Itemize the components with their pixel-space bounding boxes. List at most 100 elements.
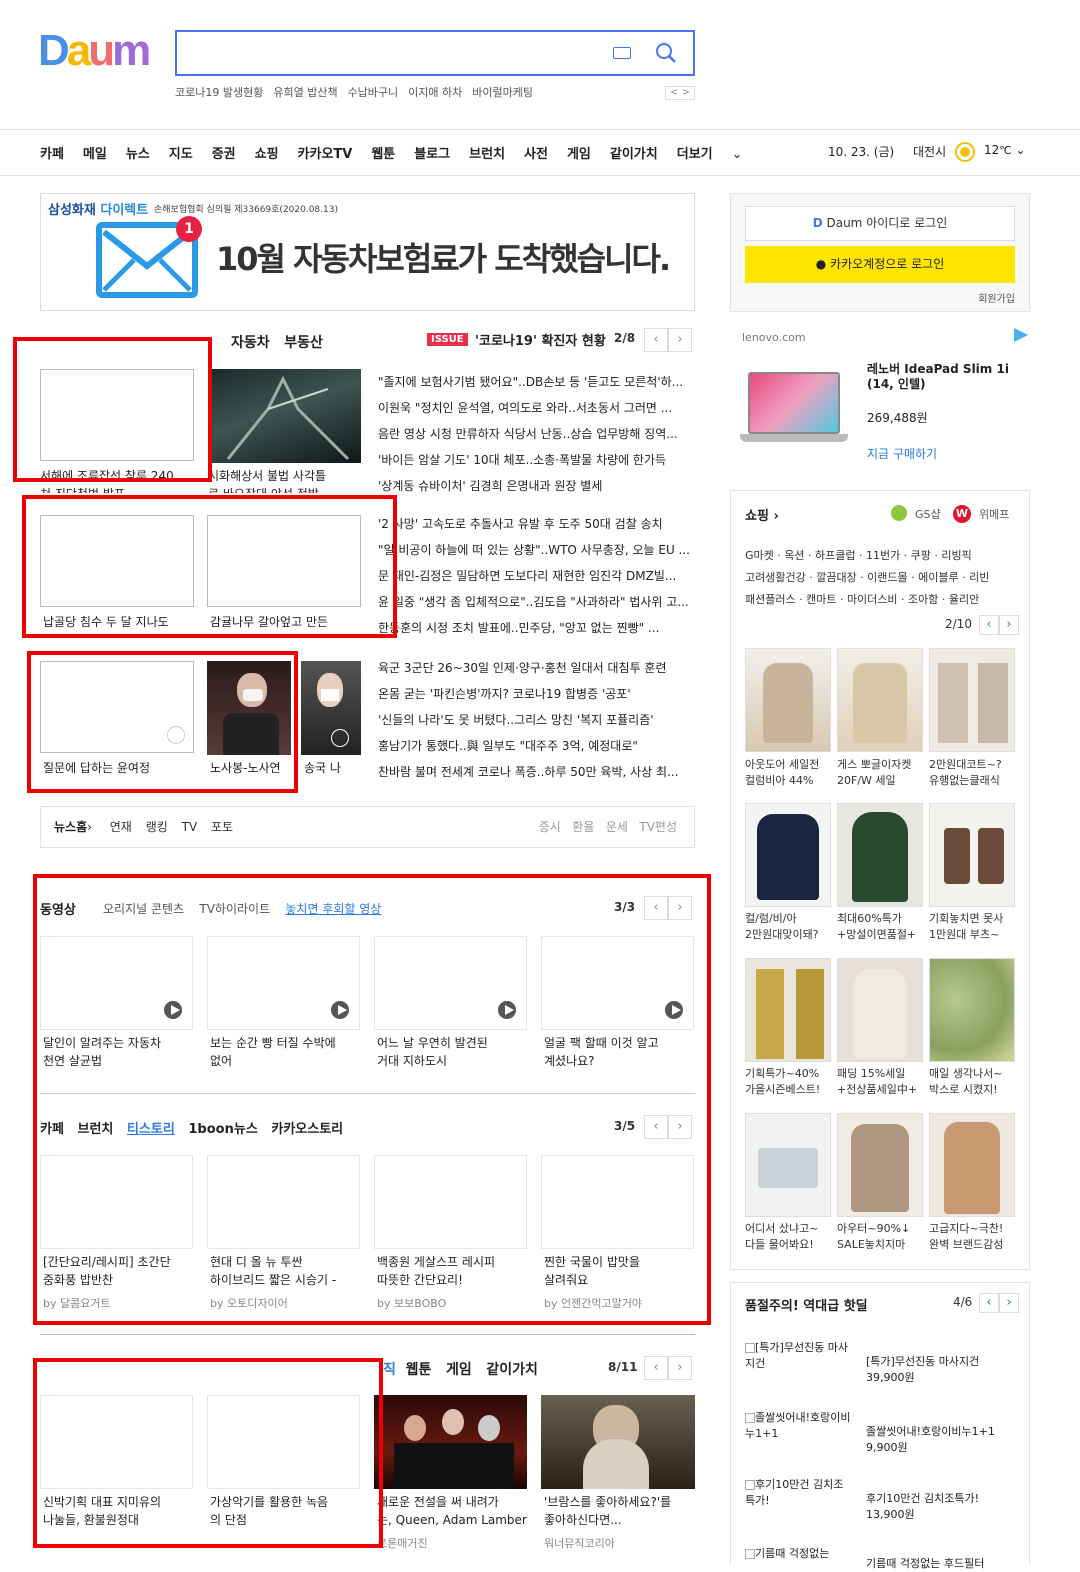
product-caption[interactable]: 고급지다~극찬! — [929, 1221, 1019, 1237]
news-thumb-boat[interactable] — [208, 369, 361, 463]
news-list-item[interactable]: 온몸 굳는 '파킨슨병'까지? 코로나19 합병증 '공포' — [378, 681, 696, 707]
news-thumb-person[interactable] — [301, 661, 361, 755]
product-caption[interactable]: 매일 생각나서~ — [929, 1066, 1019, 1082]
daum-login-button[interactable]: D Daum 아이디로 로그인 — [745, 206, 1015, 241]
hot-keyword[interactable]: 바이럴마케팅 — [472, 86, 533, 99]
prev-button[interactable]: ‹ — [644, 328, 668, 352]
news-home-link[interactable]: 뉴스홈 — [54, 820, 87, 834]
adchoices-icon[interactable] — [1014, 328, 1028, 342]
news-list-item[interactable]: 찬바람 불며 전세계 코로나 폭증..하루 50만 육박, 사상 최... — [378, 759, 696, 785]
nav-item[interactable]: 사전 — [524, 147, 548, 162]
news-list-item[interactable]: '바이든 암살 기도' 10대 체포..소총·폭발물 차량에 한가득 — [378, 447, 696, 473]
broken-image[interactable]: 기름때 걱정없는 — [745, 1546, 853, 1562]
nav-item[interactable]: 브런치 — [469, 147, 505, 162]
signup-link[interactable]: 회원가입 — [978, 290, 1015, 305]
gsshop-link[interactable]: GS샵 — [915, 506, 941, 522]
product-caption[interactable]: 게스 뽀글이자켓 — [837, 757, 927, 773]
news-list-item[interactable]: 문 대인-김정은 밀담하면 도보다리 재현한 임진각 DMZ빌... — [378, 563, 696, 589]
nav-item[interactable]: 블로그 — [414, 147, 450, 162]
nav-item[interactable]: 같이가치 — [610, 147, 658, 162]
product-image[interactable] — [837, 1113, 923, 1217]
product-image[interactable] — [745, 803, 831, 907]
nav-item[interactable]: 뉴스 — [126, 147, 150, 162]
nav-item[interactable]: 증권 — [212, 147, 236, 162]
product-image[interactable] — [837, 803, 923, 907]
hot-keyword[interactable]: 수납바구니 — [348, 86, 399, 99]
product-caption[interactable]: 패딩 15%세일 — [837, 1066, 927, 1082]
exchange-link[interactable]: 환율 — [572, 820, 594, 834]
content-source[interactable]: 워너뮤직코리아 — [544, 1535, 615, 1551]
next-button[interactable]: › — [668, 1356, 692, 1380]
product-caption[interactable]: 최대60%특가 — [837, 911, 927, 927]
fortune-link[interactable]: 운세 — [606, 820, 628, 834]
next-button[interactable]: › — [999, 1293, 1019, 1313]
wemep-link[interactable]: 위메프 — [979, 506, 1009, 522]
product-caption[interactable]: 어디서 샀냐고~ — [745, 1221, 835, 1237]
news-list-item[interactable]: '신들의 나라'도 못 버텼다..그리스 망친 '복지 포퓰리즘' — [378, 707, 696, 733]
news-list-item[interactable]: '2 사망' 고속도로 추돌사고 유발 후 도주 50대 검찰 송치 — [378, 511, 696, 537]
hotdeal-name[interactable]: 기름때 걱정없는 후드필터 — [866, 1556, 984, 1572]
prev-button[interactable]: ‹ — [979, 615, 999, 635]
kakao-login-button[interactable]: ● 카카오계정으로 로그인 — [745, 246, 1015, 283]
news-list-item[interactable]: "일 비공이 하늘에 떠 있는 상황"..WTO 사무총장, 오늘 EU ... — [378, 537, 696, 563]
product-image[interactable] — [745, 1113, 831, 1217]
product-image[interactable] — [745, 648, 831, 752]
tv-schedule-link[interactable]: TV편성 — [639, 820, 677, 834]
nav-item[interactable]: 웹툰 — [371, 147, 395, 162]
broken-image[interactable]: 후기10만건 김치조특가! — [745, 1477, 853, 1509]
news-list-item[interactable]: 이원욱 "정치인 윤석열, 여의도로 와라..서초동서 그러면 ... — [378, 395, 696, 421]
news-list-item[interactable]: 음란 영상 시청 만류하자 식당서 난동..상습 업무방해 징역... — [378, 421, 696, 447]
content-caption[interactable]: '브람스를 좋아하세요?'를 — [544, 1493, 699, 1511]
product-caption[interactable]: 기획특가~40% — [745, 1066, 835, 1082]
content-thumb-brahms[interactable] — [541, 1395, 695, 1489]
tab-realestate[interactable]: 부동산 — [284, 335, 323, 351]
keyword-pager[interactable]: < > — [665, 86, 695, 100]
product-image[interactable] — [929, 648, 1015, 752]
news-list-item[interactable]: 육군 3군단 26~30일 인제·양구·홍천 일대서 대침투 훈련 — [378, 655, 696, 681]
content-thumb-queen[interactable] — [374, 1395, 527, 1489]
next-button[interactable]: › — [999, 615, 1019, 635]
news-caption[interactable]: 송국 나 — [304, 759, 341, 777]
nav-item[interactable]: 카페 — [40, 147, 64, 162]
keyboard-icon[interactable] — [613, 47, 631, 59]
location-text[interactable]: 대전시 — [913, 143, 946, 160]
daum-logo[interactable]: Daum — [38, 26, 151, 76]
issue-text[interactable]: '코로나19' 확진자 현황 — [475, 330, 606, 349]
broken-image[interactable]: [특가]무선진동 마사지건 — [745, 1340, 853, 1372]
news-list-item[interactable]: '상계동 슈바이처' 김경희 은명내과 원장 별세 — [378, 473, 696, 499]
hot-keyword[interactable]: 코로나19 발생현황 — [175, 86, 263, 99]
news-link[interactable]: TV — [182, 820, 198, 834]
shop-links[interactable]: 고려생활건강 · 깔끔대장 · 이랜드몰 · 에이블루 · 리빈 — [745, 567, 989, 589]
product-image[interactable] — [837, 648, 923, 752]
ad-banner[interactable]: 삼성화재 다이렉트 손해보험협회 심의필 제33669호(2020.08.13)… — [40, 193, 695, 311]
tab-webtoon[interactable]: 웹툰 — [406, 1362, 432, 1378]
nav-item[interactable]: 게임 — [567, 147, 591, 162]
product-image[interactable] — [837, 958, 923, 1062]
product-image[interactable] — [929, 1113, 1015, 1217]
next-button[interactable]: › — [668, 328, 692, 352]
news-list-item[interactable]: "졸지에 보험사기범 됐어요"..DB손보 등 '듣고도 모른척'하... — [378, 369, 696, 395]
search-icon[interactable] — [655, 42, 677, 64]
hotdeal-name[interactable]: 졸쌀씻어내!호랑이비누1+1 — [866, 1424, 995, 1440]
shop-links[interactable]: G마켓 · 옥션 · 하프클럽 · 11번가 · 쿠팡 · 리빙픽 — [745, 545, 989, 567]
product-caption[interactable]: 컬/럼/비/아 — [745, 911, 835, 927]
news-link[interactable]: 포토 — [211, 820, 233, 834]
news-caption[interactable]: 시화해상서 불법 사각틀 — [208, 467, 368, 485]
news-link[interactable]: 랭킹 — [146, 820, 168, 834]
shopping-title[interactable]: 쇼핑 › — [745, 505, 779, 524]
nav-item[interactable]: 카카오TV — [298, 147, 353, 162]
product-caption[interactable]: 기회놓치면 못사 — [929, 911, 1019, 927]
broken-image[interactable]: 졸쌀씻어내!호랑이비누1+1 — [745, 1410, 853, 1442]
product-ad[interactable]: lenovo.com 레노버 IdeaPad Slim 1i (14, 인텔) 2… — [730, 326, 1030, 478]
content-source[interactable]: 로론매거진 — [377, 1535, 428, 1551]
tab-partial[interactable]: 직 — [383, 1362, 396, 1378]
hotdeal-title[interactable]: 품절주의! 역대급 핫딜 — [745, 1295, 868, 1314]
nav-item[interactable]: 쇼핑 — [255, 147, 279, 162]
stock-link[interactable]: 증시 — [539, 820, 561, 834]
chevron-down-icon[interactable]: ⌄ — [1015, 143, 1025, 157]
product-image[interactable] — [929, 803, 1015, 907]
news-link[interactable]: 연재 — [110, 820, 132, 834]
search-input[interactable] — [175, 30, 695, 76]
hotdeal-name[interactable]: [특가]무선진동 마사지건 — [866, 1354, 979, 1370]
buy-now-link[interactable]: 지금 구매하기 — [867, 445, 937, 462]
